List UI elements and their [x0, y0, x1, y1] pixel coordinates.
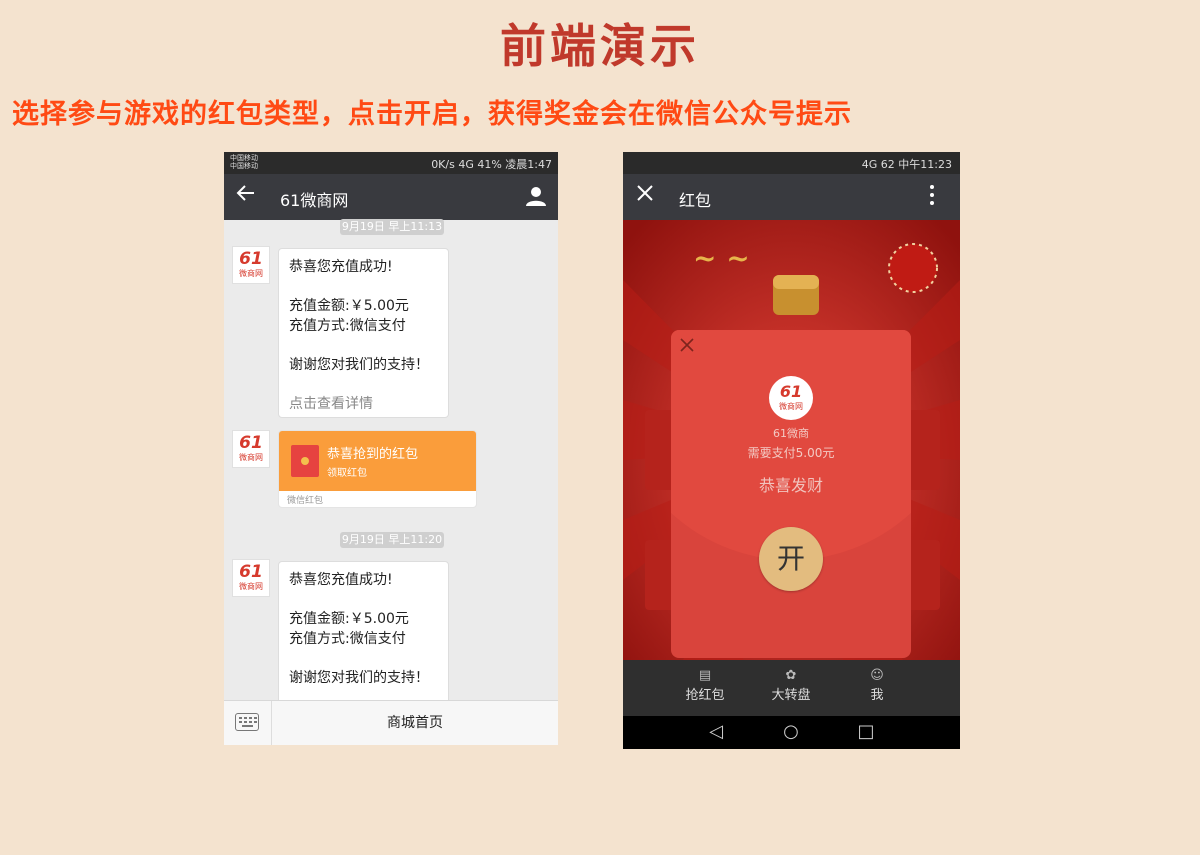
message-line: 恭喜您充值成功! — [289, 259, 393, 275]
status-right: 4G 62 中午11:23 — [861, 158, 952, 171]
carrier-label: 中国移动 中国移动 — [230, 154, 258, 170]
avatar-number: 61 — [239, 562, 263, 582]
svg-text:~ ~: ~ ~ — [693, 242, 750, 275]
red-packet-sub: 领取红包 — [327, 468, 367, 479]
chat-phone-screen: 中国移动 中国移动 0K/s 4G 41% 凌晨1:47 61微商网 9月19日… — [224, 152, 558, 745]
redpacket-header: 红包 — [623, 174, 960, 220]
profile-icon[interactable] — [524, 184, 548, 208]
page-title: 前端演示 — [500, 19, 700, 73]
message-line: 恭喜您充值成功! — [289, 572, 393, 588]
logo-number: 61 — [779, 382, 803, 401]
message-line: 充值金额:￥5.00元 — [289, 611, 409, 627]
tab-label: 大转盘 — [771, 688, 811, 703]
back-arrow-svg — [236, 185, 254, 201]
avatar-text: 微商网 — [239, 453, 263, 462]
profile-svg — [526, 187, 546, 206]
wheel-icon: ✿ — [785, 668, 797, 683]
tab-label: 抢红包 — [685, 688, 725, 703]
avatar-number: 61 — [239, 249, 263, 269]
timestamp: 9月19日 早上11:20 — [340, 532, 444, 548]
carrier-line-2: 中国移动 — [230, 162, 258, 170]
keyboard-icon — [235, 713, 259, 731]
more-svg — [930, 185, 934, 205]
message-line: 谢谢您对我们的支持！ — [289, 357, 429, 373]
greeting-text: 恭喜发财 — [758, 476, 823, 495]
close-svg — [637, 185, 653, 201]
avatar-text: 微商网 — [239, 582, 263, 591]
keyboard-toggle-button[interactable] — [224, 701, 272, 745]
status-bar: 4G 62 中午11:23 — [623, 152, 960, 174]
message-line: 充值方式:微信支付 — [289, 318, 406, 334]
close-icon[interactable] — [635, 183, 655, 210]
page-subtitle: 选择参与游戏的红包类型，点击开启，获得奖金会在微信公众号提示 — [12, 99, 852, 130]
open-redpacket-button[interactable]: 开 — [759, 527, 823, 591]
tab-big-wheel[interactable]: ✿ 大转盘 — [751, 668, 831, 703]
status-bar: 中国移动 中国移动 0K/s 4G 41% 凌晨1:47 — [224, 152, 558, 174]
message-line: 充值金额:￥5.00元 — [289, 298, 409, 314]
modal-close-svg — [680, 338, 694, 352]
bottom-tab-bar: ▤ 抢红包 ✿ 大转盘 ☺ 我 — [623, 660, 960, 716]
nav-back-icon[interactable]: ◁ — [701, 722, 731, 742]
message-line: 充值方式:微信支付 — [289, 631, 406, 647]
person-icon: ☺ — [870, 668, 884, 683]
avatar: 61 微商网 — [232, 246, 270, 284]
sender-name: 61微商 — [773, 427, 809, 440]
avatar-text: 微商网 — [239, 269, 263, 278]
view-details-link[interactable]: 点击查看详情 — [289, 394, 438, 414]
red-envelope-icon — [291, 445, 319, 477]
avatar-number: 61 — [239, 433, 263, 453]
red-packet-footer: 微信红包 — [287, 496, 324, 506]
sender-logo: 61 微商网 — [769, 376, 813, 420]
tab-label: 我 — [870, 688, 884, 703]
payment-amount: 需要支付5.00元 — [747, 446, 835, 460]
modal-close-icon[interactable] — [679, 334, 695, 358]
android-nav-bar: ◁ ○ □ — [623, 716, 960, 749]
avatar: 61 微商网 — [232, 430, 270, 468]
message-bubble[interactable]: 恭喜您充值成功! 充值金额:￥5.00元 充值方式:微信支付 谢谢您对我们的支持… — [278, 561, 449, 711]
redpacket-modal: 61 微商网 61微商 需要支付5.00元 恭喜发财 开 — [671, 330, 911, 658]
tab-grab-redpacket[interactable]: ▤ 抢红包 — [665, 668, 745, 703]
shop-home-menu-button[interactable]: 商城首页 — [272, 701, 558, 745]
chat-header: 61微商网 — [224, 174, 558, 220]
document-icon: ▤ — [698, 668, 712, 683]
status-right: 0K/s 4G 41% 凌晨1:47 — [431, 158, 552, 171]
message-bubble[interactable]: 恭喜您充值成功! 充值金额:￥5.00元 充值方式:微信支付 谢谢您对我们的支持… — [278, 248, 449, 418]
red-packet-body: 恭喜抢到的红包 领取红包 — [279, 431, 476, 491]
more-menu-icon[interactable] — [920, 184, 944, 206]
avatar: 61 微商网 — [232, 559, 270, 597]
carrier-line-1: 中国移动 — [230, 154, 258, 162]
red-packet-title: 恭喜抢到的红包 — [327, 447, 419, 462]
tab-me[interactable]: ☺ 我 — [837, 668, 917, 703]
redpacket-title: 红包 — [679, 191, 712, 210]
timestamp: 9月19日 早上11:13 — [340, 219, 444, 235]
chat-title: 61微商网 — [280, 191, 349, 210]
chat-bottom-bar: 商城首页 — [224, 700, 558, 745]
message-line: 谢谢您对我们的支持！ — [289, 670, 429, 686]
nav-home-icon[interactable]: ○ — [776, 722, 806, 742]
logo-text: 微商网 — [779, 402, 803, 411]
back-arrow-icon[interactable] — [236, 183, 256, 210]
red-packet-message[interactable]: 恭喜抢到的红包 领取红包 微信红包 — [278, 430, 477, 508]
redpacket-phone-screen: 4G 62 中午11:23 红包 ~ ~ 61 微商网 61微商 需要支付5.0… — [623, 152, 960, 749]
nav-recents-icon[interactable]: □ — [851, 722, 881, 742]
